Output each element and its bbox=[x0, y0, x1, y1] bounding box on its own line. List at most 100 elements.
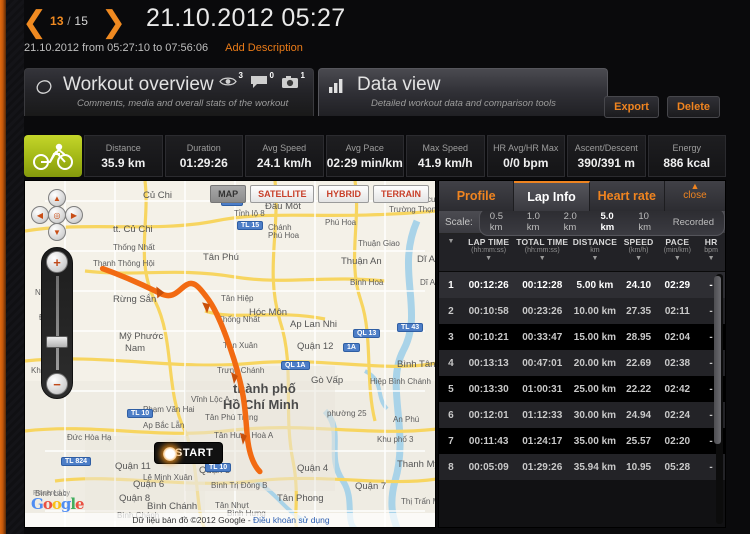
add-description-link[interactable]: Add Description bbox=[225, 42, 303, 54]
map-place-label: Mỹ Phước bbox=[119, 331, 164, 342]
camera-icon[interactable]: 1 bbox=[281, 71, 305, 93]
scale-option-0-5km[interactable]: 0.5 km bbox=[486, 210, 521, 234]
left-edge-texture bbox=[6, 0, 24, 534]
table-row[interactable]: 1 00:12:26 00:12:28 5.00 km 24.10 02:29- bbox=[439, 272, 725, 298]
map-type-hybrid[interactable]: HYBRID bbox=[318, 185, 369, 203]
lap-table-body[interactable]: 1 00:12:26 00:12:28 5.00 km 24.10 02:29-2 00:1… bbox=[439, 272, 725, 526]
pan-left-icon[interactable]: ◀ bbox=[31, 206, 49, 224]
lap-table-scrollbar[interactable] bbox=[714, 274, 723, 524]
map-type-satellite[interactable]: SATELLITE bbox=[250, 185, 315, 203]
map-place-label: phường 25 bbox=[327, 409, 367, 418]
previous-workout-arrow[interactable]: ❮ bbox=[22, 8, 47, 38]
cell-lap: 7 bbox=[448, 435, 454, 447]
map-place-label: Ap Bắc Lẫn bbox=[143, 421, 185, 430]
column-header-total-time[interactable]: TOTAL TIME (hh:mm:ss) ▼ bbox=[514, 237, 570, 271]
pan-center-icon[interactable]: ◎ bbox=[48, 206, 66, 224]
column-header-lap[interactable]: ▼ bbox=[439, 237, 463, 271]
cell-speed: 24.94 bbox=[626, 409, 652, 421]
map-place-label: Thuận Giao bbox=[358, 239, 400, 248]
sort-caret-icon[interactable]: ▼ bbox=[657, 255, 697, 262]
cell-speed: 25.57 bbox=[626, 435, 652, 447]
zoom-slider-thumb[interactable] bbox=[46, 336, 68, 348]
table-row[interactable]: 6 00:12:01 01:12:33 30.00 km 24.94 02:24- bbox=[439, 402, 725, 428]
scale-option-2km[interactable]: 2.0 km bbox=[560, 210, 595, 234]
stat-hr: HR Avg/HR Max 0/0 bpm bbox=[486, 135, 565, 177]
cell-distance: 35.00 km bbox=[573, 435, 617, 447]
delete-button[interactable]: Delete bbox=[666, 96, 720, 118]
sort-caret-icon[interactable]: ▼ bbox=[620, 255, 658, 262]
pan-down-icon[interactable]: ▼ bbox=[48, 223, 66, 241]
column-header-speed[interactable]: SPEED (km/h) ▼ bbox=[620, 237, 658, 271]
cell-pace: 05:28 bbox=[664, 461, 691, 473]
tab-profile[interactable]: Profile bbox=[439, 181, 515, 211]
table-row[interactable]: 4 00:13:13 00:47:01 20.00 km 22.69 02:38- bbox=[439, 350, 725, 376]
comment-badge-count: 0 bbox=[269, 71, 274, 80]
close-panel-button[interactable]: ▲ close bbox=[664, 181, 725, 211]
column-header-pace[interactable]: PACE (min/km) ▼ bbox=[657, 237, 697, 271]
lap-table-scroll-thumb[interactable] bbox=[714, 276, 721, 444]
column-header-lap-time[interactable]: LAP TIME (hh:mm:ss) ▼ bbox=[463, 237, 515, 271]
column-header-distance[interactable]: DISTANCE km ▼ bbox=[570, 237, 620, 271]
map-place-label: Rừng Sắn bbox=[113, 294, 157, 305]
attribution-terms-link[interactable]: Điều khoản sử dụng bbox=[253, 515, 330, 525]
sort-caret-icon[interactable]: ▼ bbox=[697, 255, 725, 262]
tab-overview-subtitle: Comments, media and overall stats of the… bbox=[77, 98, 289, 109]
scale-option-1km[interactable]: 1.0 km bbox=[523, 210, 558, 234]
map-type-map[interactable]: MAP bbox=[210, 185, 247, 203]
workout-daterange-line: 21.10.2012 from 05:27:10 to 07:56:06 Add… bbox=[24, 42, 303, 54]
map-place-label: Bình Tân bbox=[397, 359, 436, 370]
sort-caret-icon[interactable]: ▼ bbox=[463, 255, 515, 262]
cell-speed: 10.95 bbox=[626, 461, 652, 473]
pan-up-icon[interactable]: ▲ bbox=[48, 189, 66, 207]
page-title: 21.10.2012 05:27 bbox=[146, 4, 346, 32]
cell-distance: 30.00 km bbox=[573, 409, 617, 421]
map-road-shield: TL 10 bbox=[127, 409, 154, 418]
cell-distance: 10.00 km bbox=[573, 305, 617, 317]
table-row[interactable]: 5 00:13:30 01:00:31 25.00 km 22.22 02:42- bbox=[439, 376, 725, 402]
zoom-out-button[interactable]: − bbox=[46, 373, 68, 395]
table-row[interactable]: 3 00:10:21 00:33:47 15.00 km 28.95 02:04- bbox=[439, 324, 725, 350]
map-zoom-control: + − bbox=[41, 247, 73, 399]
start-marker[interactable]: START bbox=[155, 443, 223, 463]
scale-option-recorded[interactable]: Recorded bbox=[669, 216, 718, 229]
tab-heart-rate[interactable]: Heart rate bbox=[589, 181, 665, 211]
sort-caret-icon[interactable]: ▼ bbox=[439, 238, 463, 245]
tab-lap-info[interactable]: Lap Info bbox=[514, 181, 590, 211]
map-type-terrain[interactable]: TERRAIN bbox=[373, 185, 429, 203]
eye-icon[interactable]: 3 bbox=[219, 71, 243, 93]
route-map[interactable]: Củ ChiĐầu MôtPhú HoaKhu dân cưTrường Thọ… bbox=[24, 180, 436, 528]
scale-option-5km[interactable]: 5.0 km bbox=[596, 210, 632, 234]
col-pace-title: PACE bbox=[665, 237, 690, 247]
map-place-label: Trưng Chánh bbox=[217, 366, 265, 375]
cell-speed: 22.22 bbox=[626, 383, 652, 395]
zoom-in-button[interactable]: + bbox=[46, 251, 68, 273]
cell-total-time: 00:12:28 bbox=[522, 279, 563, 291]
export-button[interactable]: Export bbox=[604, 96, 659, 118]
table-row[interactable]: 8 00:05:09 01:29:26 35.94 km 10.95 05:28- bbox=[439, 454, 725, 480]
bar-chart-icon bbox=[329, 78, 347, 96]
tab-workout-overview[interactable]: Workout overview Comments, media and ove… bbox=[24, 68, 314, 116]
map-place-label: Tân Phú Trung bbox=[205, 413, 258, 422]
data-panel-tabs: Profile Lap Info Heart rate ▲ close bbox=[439, 181, 725, 211]
comment-icon[interactable]: 0 bbox=[250, 71, 274, 93]
map-place-label: Bình Trị Đông B bbox=[211, 481, 268, 490]
cell-lap-time: 00:12:01 bbox=[468, 409, 509, 421]
stat-energy: Energy 886 kcal bbox=[647, 135, 726, 177]
column-header-hr[interactable]: HR bpm ▼ bbox=[697, 237, 725, 271]
tab-dataview-title: Data view bbox=[357, 74, 441, 95]
cell-total-time: 00:47:01 bbox=[522, 357, 563, 369]
map-place-label: tt. Củ Chi bbox=[113, 224, 153, 235]
pan-right-icon[interactable]: ▶ bbox=[65, 206, 83, 224]
tab-data-view[interactable]: Data view Detailed workout data and comp… bbox=[318, 68, 608, 116]
col-total-time-title: TOTAL TIME bbox=[516, 237, 569, 247]
sort-caret-icon[interactable]: ▼ bbox=[570, 255, 620, 262]
scale-selector: Scale: 0.5 km 1.0 km 2.0 km 5.0 km 10 km… bbox=[439, 208, 725, 236]
table-row[interactable]: 2 00:10:58 00:23:26 10.00 km 27.35 02:11- bbox=[439, 298, 725, 324]
next-workout-arrow[interactable]: ❯ bbox=[101, 8, 126, 38]
stat-value: 390/391 m bbox=[577, 155, 635, 170]
zoom-track[interactable] bbox=[56, 276, 59, 370]
map-canvas[interactable]: Củ ChiĐầu MôtPhú HoaKhu dân cưTrường Thọ… bbox=[25, 181, 435, 527]
scale-option-10km[interactable]: 10 km bbox=[634, 210, 666, 234]
table-row[interactable]: 7 00:11:43 01:24:17 35.00 km 25.57 02:20- bbox=[439, 428, 725, 454]
sort-caret-icon[interactable]: ▼ bbox=[514, 255, 570, 262]
